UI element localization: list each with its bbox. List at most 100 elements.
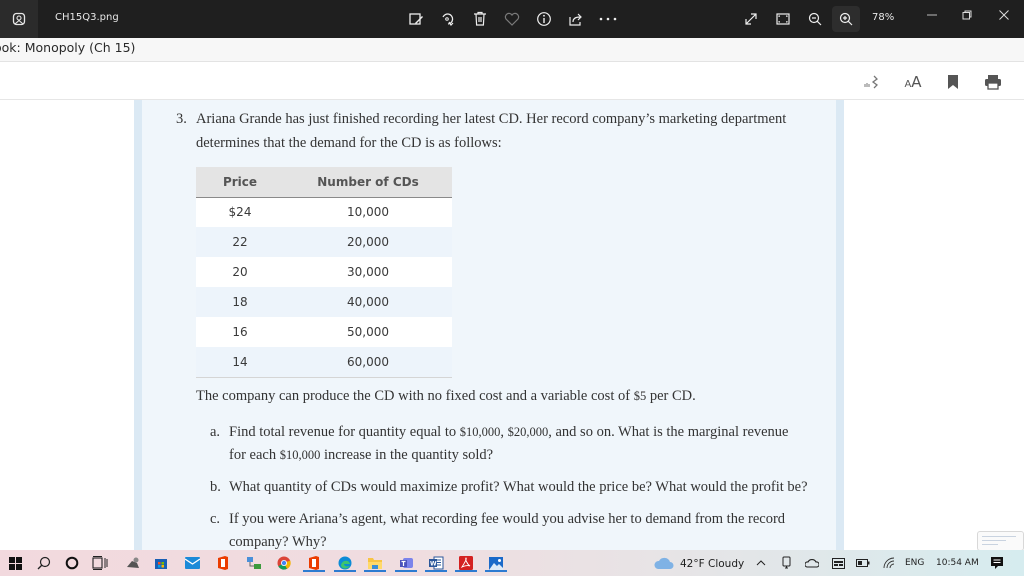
edit-image-button[interactable] <box>402 6 430 32</box>
part-c-line-1: If you were Ariana’s agent, what recordi… <box>229 511 786 527</box>
battery-icon <box>856 559 870 567</box>
price-cell: 14 <box>196 347 284 378</box>
taskbar-app-edge[interactable] <box>334 554 356 572</box>
running-indicator <box>364 570 386 572</box>
tray-battery[interactable] <box>854 554 872 572</box>
cortana-icon <box>65 556 79 570</box>
action-center-button[interactable] <box>988 554 1006 572</box>
part-a-line-2: for each $10,000 increase in the quantit… <box>229 447 493 464</box>
table-row: 20 30,000 <box>196 257 452 287</box>
minimize-button[interactable] <box>917 4 947 26</box>
weather-text[interactable]: 42°F Cloudy <box>680 558 744 570</box>
taskbar-app-scanner[interactable] <box>124 554 142 572</box>
meet-now-icon <box>781 556 793 570</box>
table-row: 16 50,000 <box>196 317 452 347</box>
language-indicator[interactable]: ENG <box>905 558 924 568</box>
fullscreen-button[interactable] <box>737 6 765 32</box>
cortana-button[interactable] <box>63 554 81 572</box>
rotate-button[interactable] <box>434 6 462 32</box>
running-indicator <box>334 570 356 572</box>
folder-icon <box>368 557 382 570</box>
price-cell: 22 <box>196 227 284 257</box>
delete-icon <box>473 11 487 27</box>
demand-table: Price Number of CDs $24 10,000 22 20,000… <box>196 167 452 378</box>
rotate-icon <box>440 11 456 27</box>
taskbar-app-file-explorer[interactable] <box>364 554 386 572</box>
edge-icon <box>338 556 352 570</box>
cost-statement: The company can produce the CD with no f… <box>196 388 696 405</box>
window-thumbnail-preview[interactable] <box>977 531 1024 551</box>
text-size-label: A <box>911 73 922 91</box>
task-view-icon <box>92 556 108 570</box>
taskbar-app-office-2[interactable] <box>303 554 325 572</box>
part-a-value-1: $10,000 <box>459 425 501 439</box>
part-a-value-2: $20,000 <box>507 425 549 439</box>
office-icon <box>308 556 320 570</box>
taskbar-app-chrome[interactable] <box>275 554 293 572</box>
price-cell: 20 <box>196 257 284 287</box>
cost-text: The company can produce the CD with no f… <box>196 388 634 404</box>
chevron-up-icon <box>756 560 766 566</box>
restore-button[interactable] <box>952 4 982 26</box>
info-button[interactable] <box>530 6 558 32</box>
taskbar-app-mail[interactable] <box>183 554 201 572</box>
notification-icon <box>990 556 1004 570</box>
store-icon <box>154 556 168 570</box>
edit-image-icon <box>408 11 424 27</box>
share-button[interactable] <box>562 6 590 32</box>
taskbar-app-network[interactable] <box>245 554 263 572</box>
weather-widget-icon-wrap[interactable] <box>654 554 674 572</box>
svg-text:W: W <box>430 561 437 568</box>
photos-app-icon <box>0 0 38 38</box>
text-size-button[interactable]: AA <box>899 71 927 93</box>
clock[interactable]: 10:54 AM <box>936 558 979 568</box>
bookmark-button[interactable] <box>944 71 962 93</box>
show-hidden-icons-button[interactable] <box>752 554 770 572</box>
zoom-in-button[interactable] <box>832 6 860 32</box>
document-page: 3. Ariana Grande has just finished recor… <box>134 100 844 550</box>
chrome-icon <box>277 556 291 570</box>
text-size-icon: AA <box>904 73 922 91</box>
start-button[interactable] <box>6 554 24 572</box>
bookmark-icon <box>948 75 958 89</box>
part-c-label: c. <box>210 511 221 527</box>
question-number: 3. <box>176 111 187 127</box>
taskbar-app-office[interactable] <box>214 554 232 572</box>
table-row: 18 40,000 <box>196 287 452 317</box>
part-c-line-2: company? Why? <box>229 534 327 550</box>
taskbar-app-word[interactable]: W <box>425 554 447 572</box>
print-button[interactable] <box>982 71 1004 93</box>
tray-meet-now[interactable] <box>778 554 796 572</box>
table-row: 22 20,000 <box>196 227 452 257</box>
cloud-icon <box>654 557 674 569</box>
table-row: $24 10,000 <box>196 197 452 227</box>
question-intro-line-1: Ariana Grande has just finished recordin… <box>196 111 787 127</box>
search-button[interactable] <box>35 554 53 572</box>
restore-icon <box>962 10 972 20</box>
quantity-cell: 30,000 <box>284 257 452 287</box>
read-aloud-button[interactable] <box>861 71 883 93</box>
taskbar-app-photos[interactable] <box>485 554 507 572</box>
fullscreen-icon <box>744 12 758 26</box>
taskbar-app-acrobat[interactable] <box>455 554 477 572</box>
price-cell: 18 <box>196 287 284 317</box>
more-button[interactable] <box>594 6 622 32</box>
delete-button[interactable] <box>466 6 494 32</box>
taskbar-app-teams[interactable] <box>395 554 417 572</box>
tray-onedrive[interactable] <box>803 554 821 572</box>
taskbar-app-microsoft-store[interactable] <box>152 554 170 572</box>
display-icon <box>831 557 845 569</box>
network-app-icon <box>246 556 262 570</box>
quantity-cell: 50,000 <box>284 317 452 347</box>
tray-display[interactable] <box>829 554 847 572</box>
close-button[interactable] <box>989 4 1019 26</box>
share-icon <box>568 11 584 27</box>
task-view-button[interactable] <box>91 554 109 572</box>
fit-window-button[interactable] <box>769 6 797 32</box>
favorite-button[interactable] <box>498 6 526 32</box>
part-a-text: , <box>500 424 508 440</box>
photos-icon <box>489 556 503 570</box>
tray-wifi[interactable] <box>880 554 898 572</box>
zoom-out-button[interactable] <box>801 6 829 32</box>
quantity-cell: 40,000 <box>284 287 452 317</box>
